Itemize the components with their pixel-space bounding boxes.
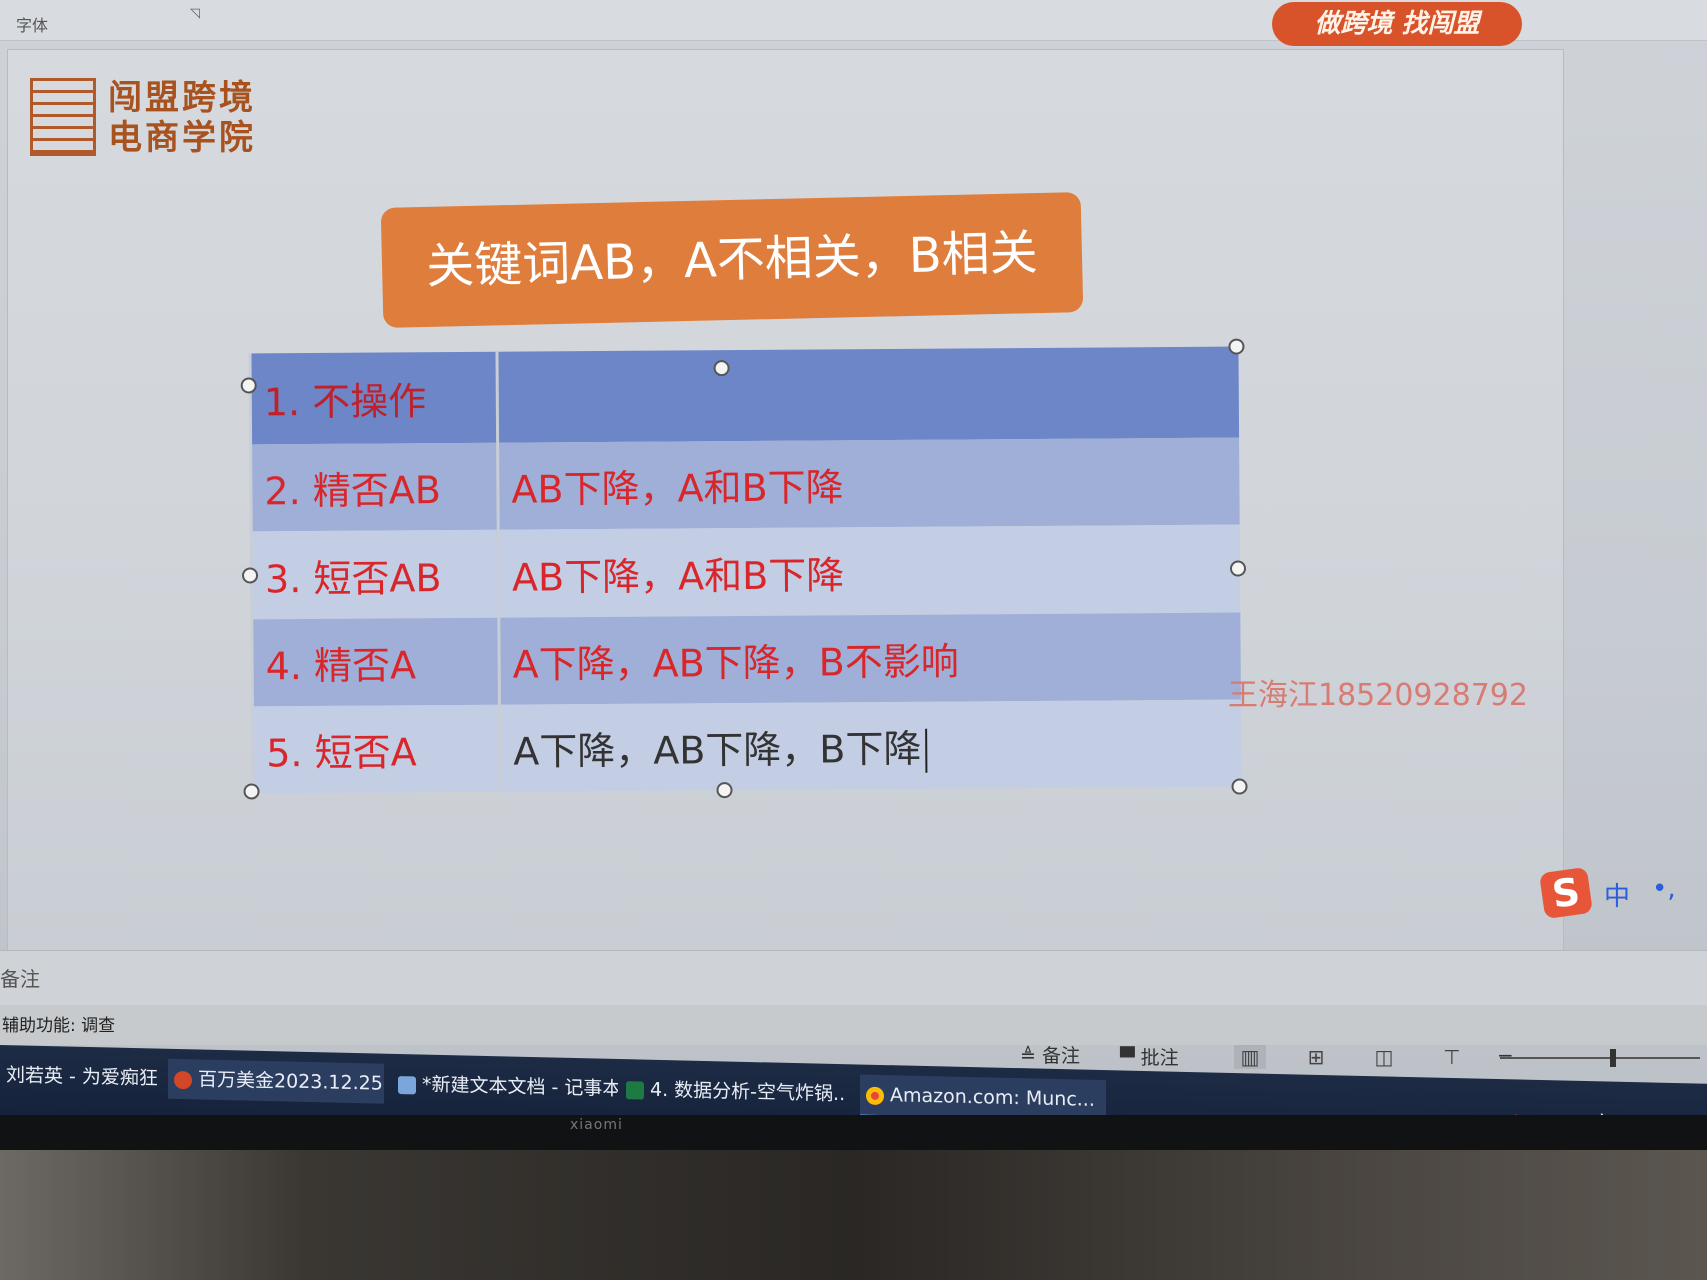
ime-punctuation-icon[interactable]: •, [1652, 874, 1676, 904]
taskbar-item-label: 刘若英 - 为爱痴狂 ... [6, 1064, 166, 1091]
table-cell[interactable]: AB下降，A和B下降 [498, 525, 1241, 618]
slide-title-box[interactable]: 关键词AB，A不相关，B相关 [380, 192, 1084, 328]
table-row[interactable]: 2. 精否AB AB下降，A和B下降 [250, 437, 1240, 532]
desk-background [0, 1150, 1707, 1280]
resize-handle-bottom[interactable] [716, 782, 733, 799]
dialog-launcher-icon[interactable]: ◹ [190, 6, 200, 21]
resize-handle-left[interactable] [241, 567, 259, 584]
powerpoint-icon [174, 1070, 192, 1089]
table-cell[interactable]: A下降，AB下降，B不影响 [498, 612, 1241, 705]
logo-text-line1: 闯盟跨境 [108, 78, 256, 118]
table-row[interactable]: 1. 不操作 [249, 346, 1240, 445]
taskbar-item-notepad[interactable]: *新建文本文档 - 记事本 [392, 1064, 618, 1109]
accessibility-status[interactable]: 辅助功能: 调查 [2, 1011, 115, 1036]
taskbar-item-label: 4. 数据分析-空气炸锅... [650, 1078, 846, 1106]
notes-placeholder: 备注 [0, 967, 40, 991]
taskbar-item-label: Amazon.com: Munc... [890, 1084, 1095, 1111]
normal-view-icon[interactable]: ▥ [1234, 1045, 1266, 1069]
chrome-icon [866, 1086, 884, 1105]
ime-mode-label[interactable]: 中 [1604, 876, 1630, 913]
resize-handle-top[interactable] [713, 360, 730, 377]
reading-view-icon[interactable]: ◫ [1368, 1045, 1400, 1069]
text-caret [925, 728, 928, 773]
excel-icon [626, 1080, 644, 1100]
notepad-icon [398, 1075, 416, 1094]
taskbar-item-label: 百万美金2023.12.25 ... [198, 1068, 384, 1095]
taskbar-item-label: *新建文本文档 - 记事本 [422, 1073, 618, 1101]
logo-text-line2: 电商学院 [108, 118, 256, 158]
table-cell[interactable]: 3. 短否AB [251, 530, 499, 620]
slide-canvas[interactable]: 做跨境 找闯盟 闯盟跨境 电商学院 关键词AB，A不相关，B相关 1. 不操作 … [8, 2, 1563, 950]
notes-button[interactable]: ≜ 备注 [1020, 1041, 1080, 1068]
zoom-slider-thumb[interactable] [1610, 1049, 1616, 1067]
table-cell[interactable]: 4. 精否A [251, 617, 500, 707]
comments-label: 批注 [1140, 1047, 1179, 1069]
taskbar-item-excel[interactable]: 4. 数据分析-空气炸锅... [620, 1069, 846, 1114]
bezel-brand-label: xiaomi [570, 1117, 623, 1133]
brand-badge: 做跨境 找闯盟 [1272, 2, 1522, 46]
table-cell[interactable]: 2. 精否AB [250, 443, 499, 532]
slide-sorter-icon[interactable]: ⊞ [1300, 1045, 1332, 1069]
logo: 闯盟跨境 电商学院 [30, 78, 260, 178]
logo-text: 闯盟跨境 电商学院 [108, 78, 256, 158]
table-cell[interactable]: 5. 短否A [252, 704, 501, 794]
table-row[interactable]: 4. 精否A A下降，AB下降，B不影响 [251, 612, 1241, 707]
table-cell[interactable] [496, 346, 1240, 444]
taskbar-item-music[interactable]: 刘若英 - 为爱痴狂 ... [0, 1055, 166, 1099]
resize-handle-right[interactable] [1229, 560, 1247, 577]
table-selection[interactable]: 1. 不操作 2. 精否AB AB下降，A和B下降 3. 短否AB AB下降，A… [240, 338, 1248, 800]
resize-handle-bottom-left[interactable] [243, 783, 260, 800]
status-bar: 辅助功能: 调查 ≜ 备注 ▀ 批注 ▥ ⊞ ◫ ⊤ − [0, 1005, 1707, 1069]
table-row[interactable]: 5. 短否A A下降，AB下降，B下降 [252, 699, 1242, 794]
resize-handle-bottom-right[interactable] [1231, 778, 1248, 795]
slide-title: 关键词AB，A不相关，B相关 [425, 225, 1039, 295]
table-cell[interactable]: AB下降，A和B下降 [497, 437, 1240, 531]
resize-handle-top-right[interactable] [1228, 338, 1245, 355]
zoom-slider[interactable] [1500, 1057, 1700, 1059]
ribbon-font-group-label: 字体 [16, 16, 49, 35]
taskbar-item-powerpoint[interactable]: 百万美金2023.12.25 ... [168, 1058, 384, 1104]
resize-handle-top-left[interactable] [240, 377, 257, 394]
watermark: 王海江18520928792 [1228, 678, 1528, 713]
notes-pane[interactable]: 备注 [0, 950, 1707, 1011]
ime-toolbar[interactable]: S 中 •, [1539, 866, 1707, 920]
slideshow-icon[interactable]: ⊤ [1436, 1045, 1468, 1069]
table-cell-text: A下降，AB下降，B下降 [513, 726, 922, 774]
zoom-out-button[interactable]: − [1497, 1043, 1514, 1067]
table-row[interactable]: 3. 短否AB AB下降，A和B下降 [251, 525, 1241, 620]
comments-button[interactable]: ▀ 批注 [1120, 1043, 1179, 1070]
logo-mark-icon [30, 78, 96, 156]
table-cell-editing[interactable]: A下降，AB下降，B下降 [499, 699, 1242, 792]
sogou-ime-icon[interactable]: S [1539, 866, 1593, 920]
monitor-screen: 字体 ◹ 做跨境 找闯盟 闯盟跨境 电商学院 关键词AB，A不相关，B相关 1.… [0, 0, 1707, 1130]
table-cell[interactable]: 1. 不操作 [249, 351, 498, 445]
keyword-table[interactable]: 1. 不操作 2. 精否AB AB下降，A和B下降 3. 短否AB AB下降，A… [248, 346, 1242, 794]
